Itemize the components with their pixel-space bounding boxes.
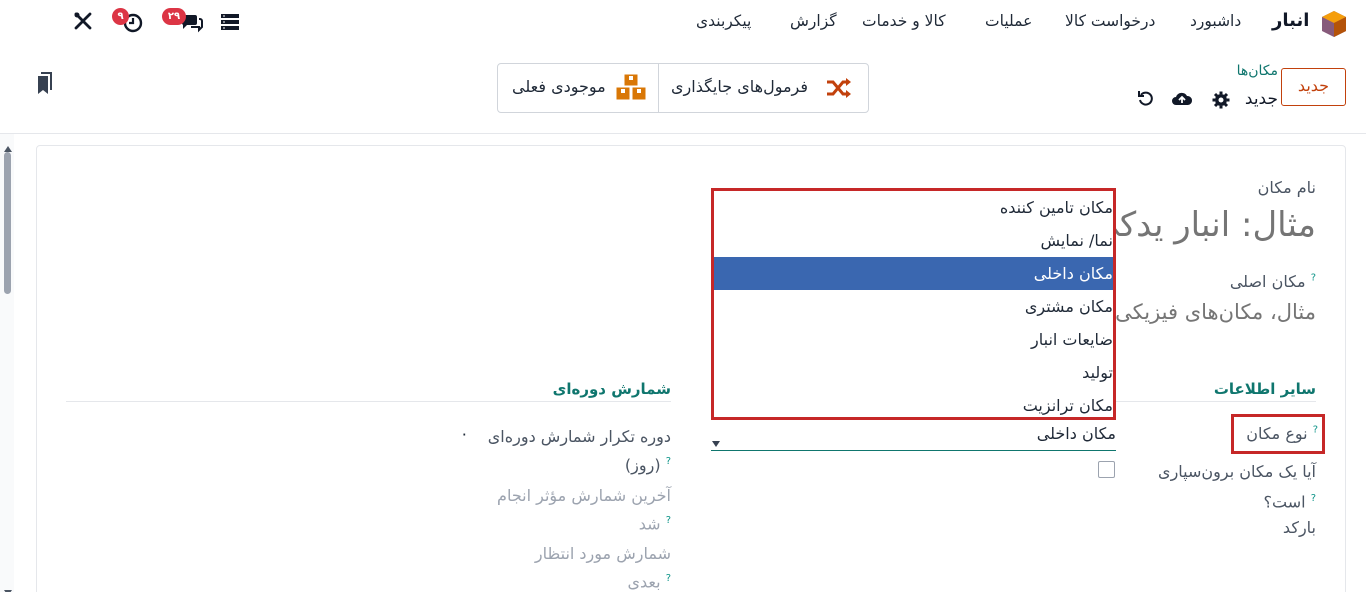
subcontract-checkbox[interactable] [1098,461,1115,478]
menu-request[interactable]: درخواست کالا [1065,12,1155,30]
server-icon[interactable] [220,13,240,31]
menu-reporting[interactable]: گزارش [790,12,837,30]
help-icon[interactable]: ? [666,456,671,467]
parent-label: ? مکان اصلی [1180,272,1316,291]
section-other-info: سایر اطلاعات [1213,380,1316,398]
menu-products[interactable]: کالا و خدمات [862,12,946,30]
menu-configuration[interactable]: پیکربندی [696,12,751,30]
breadcrumb[interactable]: مکان‌ها [1200,63,1278,79]
next-count-line2: بعدی [627,572,661,592]
scroll-down-arrow-icon[interactable] [3,582,13,592]
app-logo-icon[interactable] [1321,10,1347,38]
option-transit[interactable]: مکان ترانزیت [714,389,1113,417]
boxes-icon [614,73,648,103]
option-customer[interactable]: مکان مشتری [714,290,1113,323]
save-cloud-icon[interactable] [1171,90,1193,108]
help-icon[interactable]: ? [666,573,671,584]
location-type-dropdown: مکان تامین کننده نما/ نمایش مکان داخلی م… [711,188,1116,420]
discard-icon[interactable] [1137,90,1155,108]
option-view[interactable]: نما/ نمایش [714,224,1113,257]
option-vendor[interactable]: مکان تامین کننده [714,191,1113,224]
debug-tools-icon[interactable] [72,11,94,33]
parent-label-text: مکان اصلی [1229,272,1306,291]
option-internal[interactable]: مکان داخلی [714,257,1113,290]
new-button[interactable]: جدید [1281,68,1346,106]
name-input[interactable] [1100,200,1316,250]
bookmark-icon[interactable] [35,72,53,96]
name-label: نام مکان [1257,178,1316,197]
stock-label: موجودی فعلی [512,77,606,96]
scroll-up-arrow-icon[interactable] [3,138,13,152]
next-count-line1: شمارش مورد انتظار [534,544,671,563]
last-count-line2: شد [638,514,661,534]
stock-smart-button[interactable]: موجودی فعلی [498,64,658,112]
parent-input[interactable] [1100,296,1316,328]
barcode-label: بارکد [1282,518,1316,537]
smart-buttons: موجودی فعلی فرمول‌های جایگذاری [497,63,869,113]
navbar: ۹ ۲۹ انبار داشبورد درخواست کالا عملیات ک… [0,0,1366,46]
subcontract-label: آیا یک مکان برون‌سپاری ? است؟ [1120,458,1316,515]
location-type-select[interactable]: مکان داخلی [711,421,1116,451]
help-icon[interactable]: ? [1311,493,1316,504]
location-type-value: مکان داخلی [1036,424,1116,443]
gear-icon[interactable] [1212,91,1230,109]
caret-down-icon [711,432,721,447]
last-count-label: آخرین شمارش مؤثر انجام ? شد [440,483,671,536]
last-count-line1: آخرین شمارش مؤثر انجام [497,486,671,505]
putaway-label: فرمول‌های جایگذاری [671,77,809,96]
option-production[interactable]: تولید [714,356,1113,389]
section-cyclic-divider [66,401,671,402]
cyclic-frequency-line1: دوره تکرار شمارش دوره‌ای [487,427,671,446]
cyclic-frequency-value[interactable]: ۰ [460,424,469,443]
messages-badge: ۲۹ [162,8,186,25]
menu-operations[interactable]: عملیات [985,12,1032,30]
shuffle-icon [825,76,853,100]
subcontract-label-line2: است؟ [1263,492,1306,512]
location-type-highlight [1231,414,1325,454]
app-brand[interactable]: انبار [1272,10,1309,31]
cyclic-frequency-line2: (روز) [624,455,661,475]
help-icon[interactable]: ? [666,515,671,526]
cyclic-frequency-label: دوره تکرار شمارش دوره‌ای ? (روز) [440,424,671,477]
activity-badge: ۹ [112,8,129,25]
menu-dashboard[interactable]: داشبورد [1190,12,1241,30]
subcontract-label-line1: آیا یک مکان برون‌سپاری [1158,462,1316,481]
option-scrap[interactable]: ضایعات انبار [714,323,1113,356]
putaway-smart-button[interactable]: فرمول‌های جایگذاری [659,64,869,112]
scrollbar-thumb[interactable] [4,152,11,294]
section-cyclic-counting: شمارش دوره‌ای [552,380,671,398]
help-icon[interactable]: ? [1311,273,1316,284]
next-count-label: شمارش مورد انتظار ? بعدی [440,541,671,592]
